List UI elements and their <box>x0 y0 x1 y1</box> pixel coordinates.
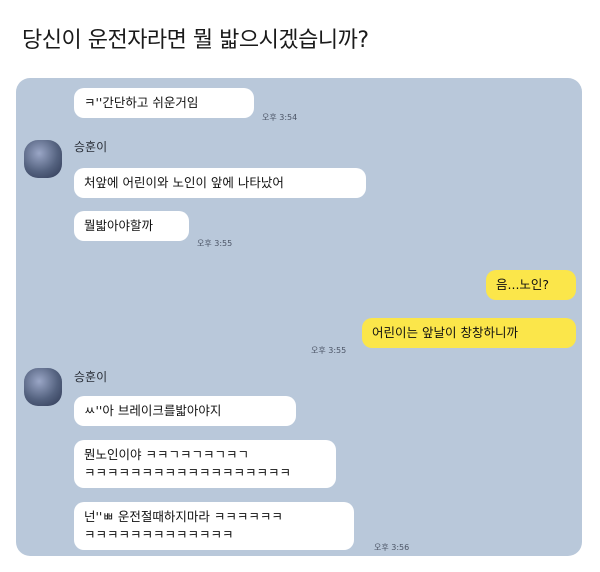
message-bubble: ㅆ''아 브레이크를밟아야지 <box>74 396 296 426</box>
message-text: ㅆ''아 브레이크를밟아야지 <box>84 403 222 418</box>
sender-name: 승훈이 <box>74 140 108 154</box>
my-message-bubble: 어린이는 앞날이 창창하니까 <box>362 318 576 348</box>
message-text: 뭘밟아야할까 <box>84 218 154 233</box>
chat-screenshot: ㅋ''간단하고 쉬운거임 오후 3:54 승훈이 처앞에 어린이와 노인이 앞에… <box>16 78 582 556</box>
message-text-line: ㅋㅋㅋㅋㅋㅋㅋㅋㅋㅋㅋㅋㅋ <box>84 527 234 542</box>
message-text: 처앞에 어린이와 노인이 앞에 나타났어 <box>84 175 284 190</box>
my-message-bubble: 음...노인? <box>486 270 576 300</box>
message-time: 오후 3:55 <box>311 346 347 355</box>
page-title: 당신이 운전자라면 뭘 밟으시겠습니까? <box>22 28 369 53</box>
avatar[interactable] <box>24 368 62 406</box>
message-bubble: 넌''ㅃ 운전절때하지마라 ㅋㅋㅋㅋㅋㅋ ㅋㅋㅋㅋㅋㅋㅋㅋㅋㅋㅋㅋㅋ <box>74 502 354 550</box>
message-text-line: 넌''ㅃ 운전절때하지마라 ㅋㅋㅋㅋㅋㅋ <box>84 509 283 524</box>
message-bubble: ㅋ''간단하고 쉬운거임 <box>74 88 254 118</box>
message-text-line: 뭔노인이야 ㅋㅋㄱㅋㄱㅋㄱㅋㄱ <box>84 447 249 462</box>
message-bubble: 뭘밟아야할까 <box>74 211 189 241</box>
message-time: 오후 3:55 <box>197 239 233 248</box>
message-text: 음...노인? <box>496 277 550 292</box>
message-bubble: 처앞에 어린이와 노인이 앞에 나타났어 <box>74 168 366 198</box>
message-text-line: ㅋㅋㅋㅋㅋㅋㅋㅋㅋㅋㅋㅋㅋㅋㅋㅋㅋㅋ <box>84 465 292 480</box>
message-text: ㅋ''간단하고 쉬운거임 <box>84 95 199 110</box>
message-text: 어린이는 앞날이 창창하니까 <box>372 325 518 340</box>
message-time: 오후 3:54 <box>262 113 298 122</box>
message-bubble: 뭔노인이야 ㅋㅋㄱㅋㄱㅋㄱㅋㄱ ㅋㅋㅋㅋㅋㅋㅋㅋㅋㅋㅋㅋㅋㅋㅋㅋㅋㅋ <box>74 440 336 488</box>
sender-name: 승훈이 <box>74 370 108 384</box>
message-time: 오후 3:56 <box>374 543 410 552</box>
avatar[interactable] <box>24 140 62 178</box>
